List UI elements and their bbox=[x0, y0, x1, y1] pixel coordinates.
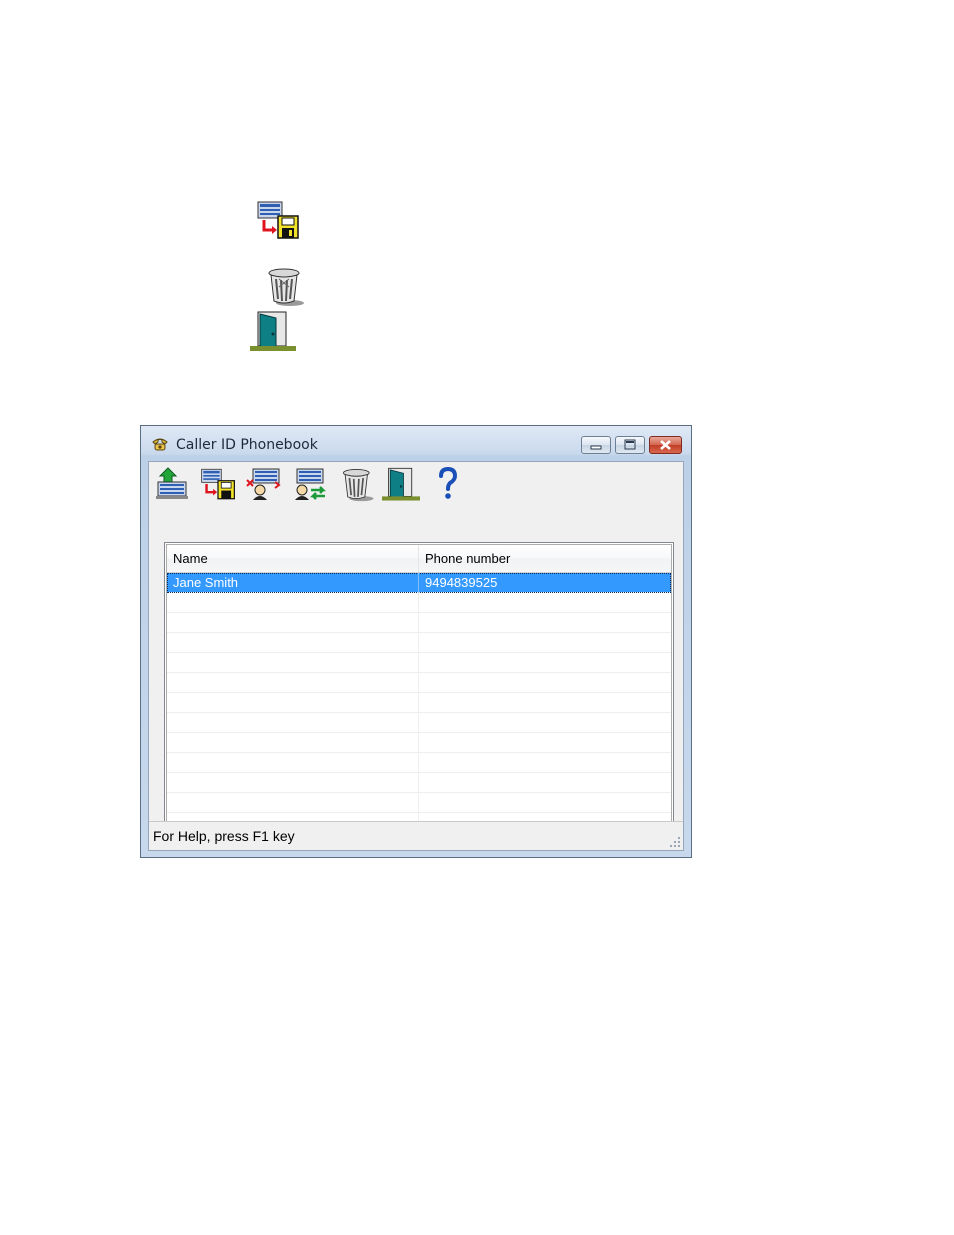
cell-phone bbox=[419, 773, 671, 793]
cell-phone: 9494839525 bbox=[425, 575, 498, 590]
cell-phone bbox=[419, 753, 671, 773]
cell-name bbox=[167, 733, 419, 753]
cell-name bbox=[167, 673, 419, 693]
app-window: Caller ID Phonebook Name Phone number Ja… bbox=[140, 425, 692, 858]
cell-name bbox=[167, 773, 419, 793]
save-to-disk-icon bbox=[201, 468, 235, 500]
empty-row[interactable] bbox=[167, 613, 671, 633]
exit-button[interactable] bbox=[382, 466, 420, 502]
empty-row[interactable] bbox=[167, 793, 671, 813]
list-header: Name Phone number bbox=[167, 545, 671, 573]
question-mark-icon bbox=[439, 466, 458, 499]
list-rows: Jane Smith 9494839525 bbox=[167, 573, 671, 835]
help-button[interactable] bbox=[429, 466, 467, 502]
cell-name bbox=[167, 613, 419, 633]
trash-icon bbox=[264, 265, 308, 307]
maximize-button[interactable] bbox=[615, 436, 645, 454]
empty-row[interactable] bbox=[167, 633, 671, 653]
telephone-icon bbox=[151, 436, 169, 452]
cell-name bbox=[167, 793, 419, 813]
cell-phone bbox=[419, 793, 671, 813]
cell-phone bbox=[419, 633, 671, 653]
transfer-arrows-icon bbox=[295, 468, 327, 500]
maximize-icon bbox=[624, 439, 636, 450]
title-bar[interactable]: Caller ID Phonebook bbox=[141, 426, 691, 462]
import-button[interactable] bbox=[154, 466, 192, 502]
column-header-phone[interactable]: Phone number bbox=[419, 545, 671, 572]
cell-name: Jane Smith bbox=[167, 573, 419, 593]
delete-entry-button[interactable] bbox=[245, 466, 283, 502]
empty-row[interactable] bbox=[167, 693, 671, 713]
status-text: For Help, press F1 key bbox=[153, 828, 295, 844]
minimize-button[interactable] bbox=[581, 436, 611, 454]
cell-name bbox=[167, 653, 419, 673]
close-button[interactable] bbox=[649, 436, 682, 454]
cell-name bbox=[167, 593, 419, 613]
upload-arrow-icon bbox=[156, 467, 188, 499]
cell-phone bbox=[419, 613, 671, 633]
save-button[interactable] bbox=[199, 466, 237, 502]
transfer-button[interactable] bbox=[291, 466, 329, 502]
trash-button[interactable] bbox=[339, 466, 377, 502]
cell-phone bbox=[419, 593, 671, 613]
cell-name bbox=[167, 633, 419, 653]
cell-phone bbox=[419, 673, 671, 693]
client-area: Name Phone number Jane Smith 9494839525 … bbox=[148, 461, 684, 851]
empty-row[interactable] bbox=[167, 753, 671, 773]
phonebook-list[interactable]: Name Phone number Jane Smith 9494839525 bbox=[164, 542, 674, 838]
resize-grip-icon[interactable] bbox=[669, 836, 681, 848]
empty-row[interactable] bbox=[167, 673, 671, 693]
exit-door-icon bbox=[382, 467, 420, 501]
empty-row[interactable] bbox=[167, 713, 671, 733]
trash-icon bbox=[343, 469, 374, 502]
cell-name bbox=[167, 693, 419, 713]
cell-phone bbox=[419, 693, 671, 713]
empty-row[interactable] bbox=[167, 593, 671, 613]
empty-row[interactable] bbox=[167, 733, 671, 753]
empty-row[interactable] bbox=[167, 653, 671, 673]
save-to-disk-icon bbox=[256, 198, 300, 242]
list-frame: Name Phone number Jane Smith 9494839525 bbox=[166, 544, 672, 836]
window-title: Caller ID Phonebook bbox=[176, 437, 318, 453]
cell-phone bbox=[419, 713, 671, 733]
exit-door-icon bbox=[250, 310, 296, 352]
cell-name bbox=[167, 753, 419, 773]
delete-person-icon bbox=[246, 468, 281, 500]
minimize-icon bbox=[590, 445, 602, 450]
status-bar: For Help, press F1 key bbox=[149, 821, 683, 850]
cell-name bbox=[167, 713, 419, 733]
column-header-name[interactable]: Name bbox=[167, 545, 419, 572]
empty-row[interactable] bbox=[167, 773, 671, 793]
table-row[interactable]: Jane Smith 9494839525 bbox=[167, 573, 671, 593]
close-icon bbox=[660, 440, 671, 450]
cell-phone bbox=[419, 733, 671, 753]
cell-phone bbox=[419, 653, 671, 673]
toolbar bbox=[149, 462, 683, 506]
